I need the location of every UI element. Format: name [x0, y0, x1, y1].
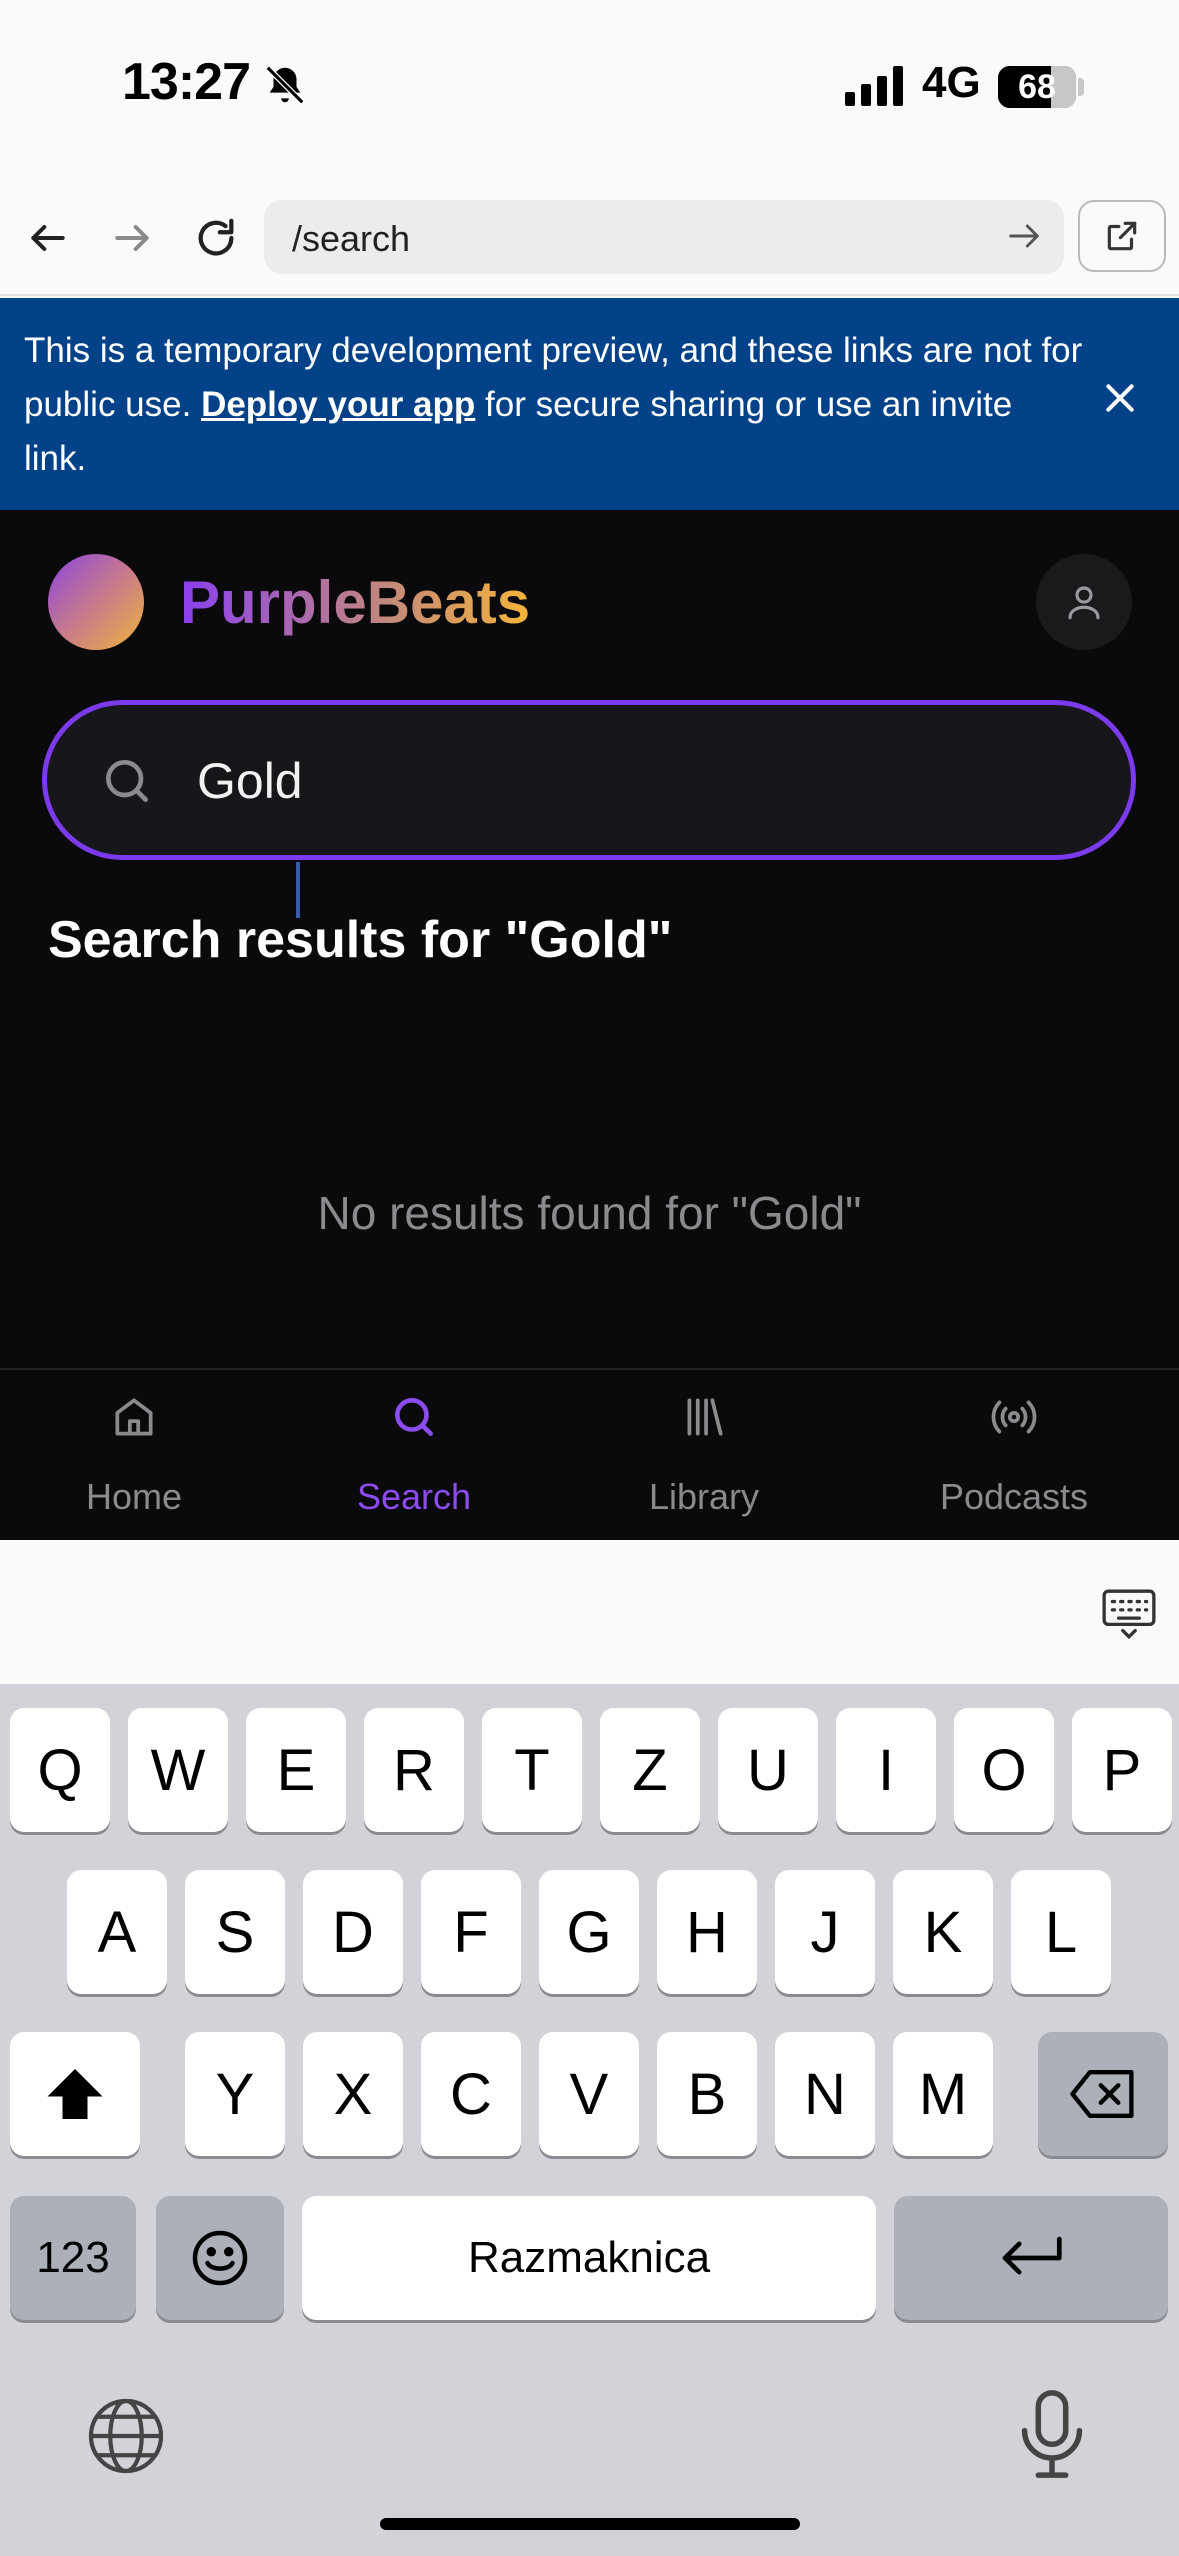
- numbers-key[interactable]: 123: [10, 2196, 136, 2320]
- emoji-key[interactable]: [156, 2196, 284, 2320]
- key-v[interactable]: V: [539, 2032, 639, 2156]
- key-d[interactable]: D: [303, 1870, 403, 1994]
- keyboard-accessory-bar: [0, 1540, 1179, 1684]
- key-x[interactable]: X: [303, 2032, 403, 2156]
- key-s[interactable]: S: [185, 1870, 285, 1994]
- user-icon: [1068, 586, 1100, 620]
- battery-nub: [1078, 78, 1084, 96]
- key-f[interactable]: F: [421, 1870, 521, 1994]
- home-indicator: [380, 2518, 800, 2530]
- nav-podcasts[interactable]: Podcasts: [884, 1370, 1144, 1542]
- forward-button[interactable]: [102, 208, 162, 268]
- key-g[interactable]: G: [539, 1870, 639, 1994]
- key-h[interactable]: H: [657, 1870, 757, 1994]
- key-c[interactable]: C: [421, 2032, 521, 2156]
- return-icon: [1002, 2236, 1062, 2275]
- key-k[interactable]: K: [893, 1870, 993, 1994]
- app-logo: [48, 554, 144, 650]
- reload-icon: [198, 218, 234, 256]
- reload-button[interactable]: [186, 208, 246, 268]
- profile-button[interactable]: [1036, 554, 1132, 650]
- arrow-left-icon: [31, 224, 65, 252]
- status-time: 13:27: [122, 53, 251, 111]
- key-j[interactable]: J: [775, 1870, 875, 1994]
- key-a[interactable]: A: [67, 1870, 167, 1994]
- key-p[interactable]: P: [1072, 1708, 1172, 1832]
- network-type: 4G: [922, 58, 981, 107]
- return-key[interactable]: [894, 2196, 1168, 2320]
- nav-search[interactable]: Search: [284, 1370, 544, 1542]
- backspace-icon: [1070, 2070, 1134, 2118]
- backspace-key[interactable]: [1038, 2032, 1168, 2156]
- results-title: Search results for "Gold": [48, 911, 673, 969]
- key-u[interactable]: U: [718, 1708, 818, 1832]
- bottom-navigation: Home Search Library Podcasts: [0, 1368, 1179, 1540]
- search-icon: [106, 760, 149, 802]
- battery-percent: 68: [1018, 68, 1056, 106]
- key-q[interactable]: Q: [10, 1708, 110, 1832]
- external-link-icon: [1107, 221, 1137, 251]
- key-e[interactable]: E: [246, 1708, 346, 1832]
- open-external-button[interactable]: [1078, 200, 1166, 272]
- key-t[interactable]: T: [482, 1708, 582, 1832]
- search-bar[interactable]: [42, 700, 1136, 860]
- banner-text: This is a temporary development preview,…: [24, 324, 1084, 486]
- key-n[interactable]: N: [775, 2032, 875, 2156]
- globe-icon[interactable]: [84, 2394, 168, 2478]
- nav-library-label: Library: [648, 1476, 760, 1517]
- key-w[interactable]: W: [128, 1708, 228, 1832]
- shift-icon: [47, 2069, 103, 2119]
- url-text: /search: [292, 218, 411, 259]
- nav-library[interactable]: Library: [574, 1370, 834, 1542]
- onscreen-keyboard: QWERTZUIOP ASDFGHJKL YXCVBNM 123 Razmakn…: [0, 1684, 1179, 2556]
- nav-home-label: Home: [85, 1476, 183, 1517]
- microphone-icon[interactable]: [1010, 2386, 1094, 2482]
- back-button[interactable]: [18, 208, 78, 268]
- no-results-message: No results found for "Gold": [317, 1187, 862, 1239]
- search-icon: [395, 1398, 433, 1436]
- key-m[interactable]: M: [893, 2032, 993, 2156]
- space-key[interactable]: Razmaknica: [302, 2196, 876, 2320]
- brand-name: PurpleBeats: [180, 569, 531, 636]
- podcast-icon: [991, 1400, 1037, 1434]
- key-z[interactable]: Z: [600, 1708, 700, 1832]
- nav-home[interactable]: Home: [4, 1370, 264, 1542]
- url-field[interactable]: /search: [264, 200, 1064, 274]
- go-arrow-icon[interactable]: [1004, 216, 1044, 256]
- key-i[interactable]: I: [836, 1708, 936, 1832]
- browser-toolbar: /search: [0, 180, 1179, 296]
- dev-preview-banner: This is a temporary development preview,…: [0, 298, 1179, 510]
- bell-muted-icon: [265, 65, 305, 105]
- search-input[interactable]: [197, 741, 1077, 821]
- shift-key[interactable]: [10, 2032, 140, 2156]
- key-y[interactable]: Y: [185, 2032, 285, 2156]
- emoji-icon: [192, 2230, 248, 2286]
- keyboard-dismiss-icon[interactable]: [1100, 1586, 1158, 1642]
- close-icon[interactable]: [1100, 378, 1140, 418]
- status-bar: 13:27 4G 68: [0, 0, 1179, 180]
- home-icon: [115, 1398, 153, 1436]
- signal-icon: [845, 66, 903, 106]
- key-o[interactable]: O: [954, 1708, 1054, 1832]
- arrow-right-icon: [115, 224, 149, 252]
- battery-icon: 68: [998, 66, 1076, 108]
- deploy-app-link[interactable]: Deploy your app: [201, 385, 475, 424]
- nav-search-label: Search: [356, 1476, 472, 1517]
- key-b[interactable]: B: [657, 2032, 757, 2156]
- nav-podcasts-label: Podcasts: [939, 1476, 1089, 1517]
- key-l[interactable]: L: [1011, 1870, 1111, 1994]
- library-icon: [687, 1398, 723, 1436]
- key-r[interactable]: R: [364, 1708, 464, 1832]
